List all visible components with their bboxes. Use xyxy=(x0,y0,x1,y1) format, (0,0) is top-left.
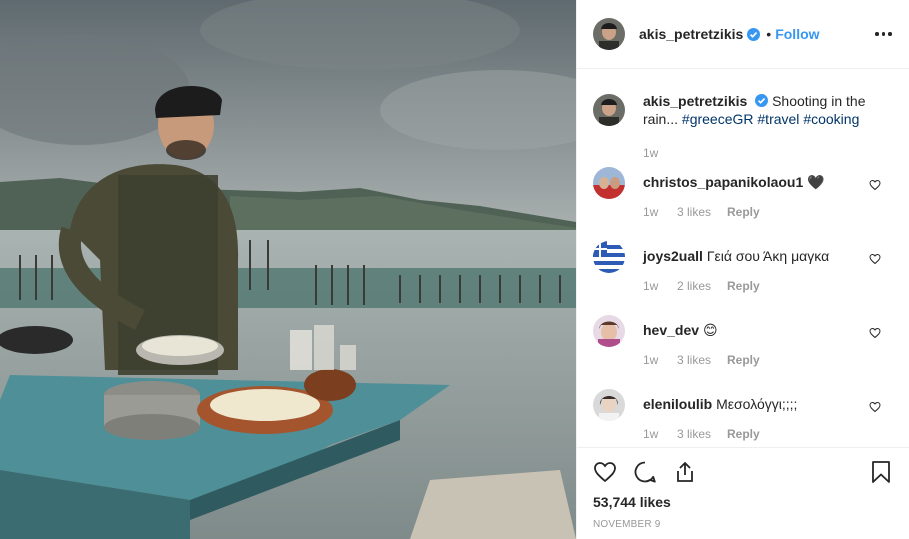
action-bar xyxy=(593,460,893,486)
share-icon[interactable] xyxy=(673,460,697,484)
caption-timestamp: 1w xyxy=(643,146,659,160)
post-photo[interactable] xyxy=(0,0,576,539)
commenter-avatar[interactable] xyxy=(593,389,625,421)
comment-item: eleniloulib Μεσολόγγι;;;; 1w 3 likes Rep… xyxy=(593,389,889,446)
hashtag-cooking[interactable]: #cooking xyxy=(803,111,859,127)
caption-author-avatar[interactable] xyxy=(593,94,625,126)
commenter-avatar[interactable] xyxy=(593,315,625,347)
comment-username[interactable]: hev_dev xyxy=(643,322,699,338)
comment-heart-icon[interactable] xyxy=(869,253,881,265)
post-panel: akis_petretzikis • Follow akis_petretzik… xyxy=(576,0,909,539)
comment-text: Μεσολόγγι;;;; xyxy=(716,396,798,412)
comment-text: 🖤 xyxy=(807,174,825,190)
comment-heart-icon[interactable] xyxy=(869,401,881,413)
commenter-avatar[interactable] xyxy=(593,241,625,273)
post-caption: akis_petretzikis Shooting in the rain...… xyxy=(593,92,889,128)
comment-timestamp: 1w xyxy=(643,353,659,367)
comment-item: hev_dev 😊 1w 3 likes Reply xyxy=(593,315,889,385)
post-actions-section: 53,744 likes NOVEMBER 9 xyxy=(577,447,909,539)
comment-likes[interactable]: 3 likes xyxy=(677,205,711,219)
follow-button[interactable]: Follow xyxy=(775,26,819,42)
comment-item: christos_papanikolaou1 🖤 1w 3 likes Repl… xyxy=(593,167,889,237)
caption-text: akis_petretzikis Shooting in the rain...… xyxy=(643,92,889,128)
comment-timestamp: 1w xyxy=(643,427,659,441)
author-username[interactable]: akis_petretzikis xyxy=(639,26,743,42)
hashtag-travel[interactable]: #travel xyxy=(757,111,799,127)
comment-icon[interactable] xyxy=(633,460,657,484)
caption-username[interactable]: akis_petretzikis xyxy=(643,93,747,109)
comment-timestamp: 1w xyxy=(643,279,659,293)
bookmark-icon[interactable] xyxy=(869,460,893,484)
comment-username[interactable]: joys2uall xyxy=(643,248,703,264)
author-avatar[interactable] xyxy=(593,18,625,50)
comment-likes[interactable]: 3 likes xyxy=(677,427,711,441)
comment-likes[interactable]: 3 likes xyxy=(677,353,711,367)
verified-badge-icon xyxy=(747,27,761,41)
comment-username[interactable]: christos_papanikolaou1 xyxy=(643,174,803,190)
comment-username[interactable]: eleniloulib xyxy=(643,396,712,412)
more-options-icon[interactable] xyxy=(875,24,893,44)
comment-likes[interactable]: 2 likes xyxy=(677,279,711,293)
post-header: akis_petretzikis • Follow xyxy=(577,0,909,69)
post-date[interactable]: NOVEMBER 9 xyxy=(593,519,661,530)
commenter-avatar[interactable] xyxy=(593,167,625,199)
comment-item: joys2uall Γειά σου Άκη μαγκα 1w 2 likes … xyxy=(593,241,889,311)
comment-heart-icon[interactable] xyxy=(869,327,881,339)
comment-timestamp: 1w xyxy=(643,205,659,219)
verified-badge-icon xyxy=(755,94,769,107)
likes-count[interactable]: 53,744 likes xyxy=(593,494,671,510)
heart-icon[interactable] xyxy=(593,460,617,484)
reply-button[interactable]: Reply xyxy=(727,353,760,367)
post-photo-image xyxy=(0,0,576,539)
comment-text: 😊 xyxy=(702,322,718,338)
comments-list[interactable]: akis_petretzikis Shooting in the rain...… xyxy=(577,70,909,446)
reply-button[interactable]: Reply xyxy=(727,279,760,293)
reply-button[interactable]: Reply xyxy=(727,427,760,441)
comment-text: Γειά σου Άκη μαγκα xyxy=(706,248,830,264)
hashtag-greecegr[interactable]: #greeceGR xyxy=(682,111,754,127)
separator-dot: • xyxy=(766,26,772,42)
comment-heart-icon[interactable] xyxy=(869,179,881,191)
reply-button[interactable]: Reply xyxy=(727,205,760,219)
